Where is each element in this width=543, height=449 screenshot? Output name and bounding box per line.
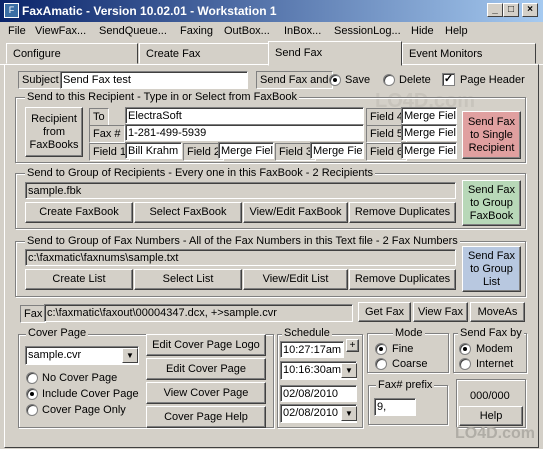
save-label: Save: [345, 74, 371, 86]
get-fax-button[interactable]: Get Fax: [358, 302, 411, 322]
select-list-button[interactable]: Select List: [134, 269, 242, 290]
tab-create-fax[interactable]: Create Fax: [139, 43, 269, 64]
fax-number-label: Fax #: [89, 125, 125, 143]
plus-button[interactable]: +: [346, 339, 359, 352]
coarse-radio[interactable]: [375, 358, 387, 370]
moveas-button[interactable]: MoveAs: [470, 302, 525, 322]
save-radio[interactable]: [329, 74, 341, 86]
send-by-title: Send Fax by: [458, 327, 524, 339]
delete-label: Delete: [399, 74, 431, 86]
maximize-button[interactable]: □: [503, 3, 519, 17]
group-numbers-title: Send to Group of Fax Numbers - All of th…: [25, 235, 460, 247]
send-fax-and-label: Send Fax and: [256, 71, 333, 89]
select-faxbook-button[interactable]: Select FaxBook: [134, 202, 242, 223]
field3-input[interactable]: Merge Fiel: [310, 142, 364, 159]
menu-sessionlog[interactable]: SessionLog...: [334, 25, 401, 37]
schedule-title: Schedule: [282, 327, 332, 339]
remove-duplicates-list-button[interactable]: Remove Duplicates: [349, 269, 456, 290]
fax-file-label: Fax: [20, 305, 47, 323]
tab-event-monitors[interactable]: Event Monitors: [402, 43, 536, 64]
cover-page-only-label: Cover Page Only: [42, 404, 126, 416]
no-cover-page-label: No Cover Page: [42, 372, 118, 384]
field2-input[interactable]: Merge Fiel: [218, 142, 274, 159]
menu-sendqueue[interactable]: SendQueue...: [99, 25, 167, 37]
fax-file-field: c:\faxmatic\faxout\00004347.dcx, +>sampl…: [44, 304, 353, 322]
page-header-checkbox[interactable]: ✓: [442, 73, 455, 86]
tab-row: Configure Create Fax Send Fax Event Moni…: [0, 41, 543, 66]
menu-outbox[interactable]: OutBox...: [224, 25, 270, 37]
view-edit-faxbook-button[interactable]: View/Edit FaxBook: [243, 202, 348, 223]
include-cover-page-label: Include Cover Page: [42, 388, 139, 400]
to-input[interactable]: ElectraSoft: [125, 107, 364, 124]
remove-duplicates-faxbook-button[interactable]: Remove Duplicates: [349, 202, 456, 223]
send-fax-group-faxbook-button[interactable]: Send Fax to Group FaxBook: [462, 180, 521, 226]
subject-label: Subject: [18, 71, 63, 89]
fine-radio[interactable]: [375, 343, 387, 355]
cover-page-only-radio[interactable]: [26, 404, 38, 416]
edit-cover-page-button[interactable]: Edit Cover Page: [146, 358, 266, 380]
recipient-from-faxbooks-button[interactable]: Recipient from FaxBooks: [25, 107, 83, 157]
cover-page-title: Cover Page: [26, 327, 89, 339]
include-cover-page-radio[interactable]: [26, 388, 38, 400]
no-cover-page-radio[interactable]: [26, 372, 38, 384]
help-button[interactable]: Help: [459, 406, 523, 426]
view-cover-page-button[interactable]: View Cover Page: [146, 382, 266, 404]
recipient-group-title: Send to this Recipient - Type in or Sele…: [25, 91, 300, 103]
edit-cover-page-logo-button[interactable]: Edit Cover Page Logo: [146, 334, 266, 356]
menu-help[interactable]: Help: [445, 25, 468, 37]
coarse-label: Coarse: [392, 358, 428, 370]
menu-faxing[interactable]: Faxing: [180, 25, 213, 37]
fax-list-file-field: c:\faxmatic\faxnums\sample.txt: [25, 249, 456, 266]
delete-radio[interactable]: [383, 74, 395, 86]
field5-input[interactable]: Merge Fiel: [401, 124, 457, 141]
minimize-button[interactable]: _: [487, 3, 503, 17]
internet-label: Internet: [476, 358, 514, 370]
chevron-down-icon[interactable]: ▼: [341, 363, 357, 378]
title-bar: F FaxAmatic - Version 10.02.01 - Worksta…: [0, 0, 543, 22]
create-list-button[interactable]: Create List: [25, 269, 133, 290]
faxbook-file-field: sample.fbk: [25, 182, 456, 199]
schedule-time-now: 10:27:17am: [280, 341, 344, 358]
menu-viewfax[interactable]: ViewFax...: [35, 25, 86, 37]
cover-page-help-button[interactable]: Cover Page Help: [146, 406, 266, 428]
fax-app-icon[interactable]: F: [4, 3, 19, 18]
mode-title: Mode: [393, 327, 425, 339]
window-title: FaxAmatic - Version 10.02.01 - Workstati…: [22, 4, 277, 18]
subject-input[interactable]: Send Fax test: [60, 71, 248, 89]
close-button[interactable]: ×: [522, 3, 538, 17]
field1-input[interactable]: Bill Krahm: [125, 142, 182, 159]
modem-label: Modem: [476, 343, 513, 355]
fax-counter: 000/000: [470, 390, 510, 402]
schedule-date-now: 02/08/2010: [280, 385, 357, 402]
field6-input[interactable]: Merge Fiel: [401, 142, 457, 159]
create-faxbook-button[interactable]: Create FaxBook: [25, 202, 133, 223]
prefix-input[interactable]: 9,: [374, 398, 416, 416]
fine-label: Fine: [392, 343, 414, 355]
watermark-text: LO4D.com: [454, 425, 535, 442]
page-header-label: Page Header: [460, 74, 525, 86]
fax-number-input[interactable]: 1-281-499-5939: [125, 124, 364, 141]
chevron-down-icon[interactable]: ▼: [341, 406, 357, 421]
chevron-down-icon[interactable]: ▼: [122, 348, 138, 363]
menu-inbox[interactable]: InBox...: [284, 25, 321, 37]
send-fax-group-list-button[interactable]: Send Fax to Group List: [462, 246, 521, 292]
view-fax-button[interactable]: View Fax: [413, 302, 468, 322]
send-fax-single-recipient-button[interactable]: Send Fax to Single Recipient: [462, 111, 521, 159]
menu-bar: File ViewFax... SendQueue... Faxing OutB…: [0, 22, 543, 41]
prefix-label: Fax# prefix: [376, 379, 435, 391]
modem-radio[interactable]: [459, 343, 471, 355]
menu-file[interactable]: File: [8, 25, 26, 37]
field1-label: Field 1: [89, 143, 131, 161]
tab-configure[interactable]: Configure: [6, 43, 138, 64]
view-edit-list-button[interactable]: View/Edit List: [243, 269, 348, 290]
menu-hide[interactable]: Hide: [411, 25, 434, 37]
tab-send-fax[interactable]: Send Fax: [268, 41, 402, 66]
internet-radio[interactable]: [459, 358, 471, 370]
to-label: To: [89, 108, 109, 126]
field4-input[interactable]: Merge Fiel: [401, 107, 457, 124]
group-recipients-title: Send to Group of Recipients - Every one …: [25, 167, 376, 179]
